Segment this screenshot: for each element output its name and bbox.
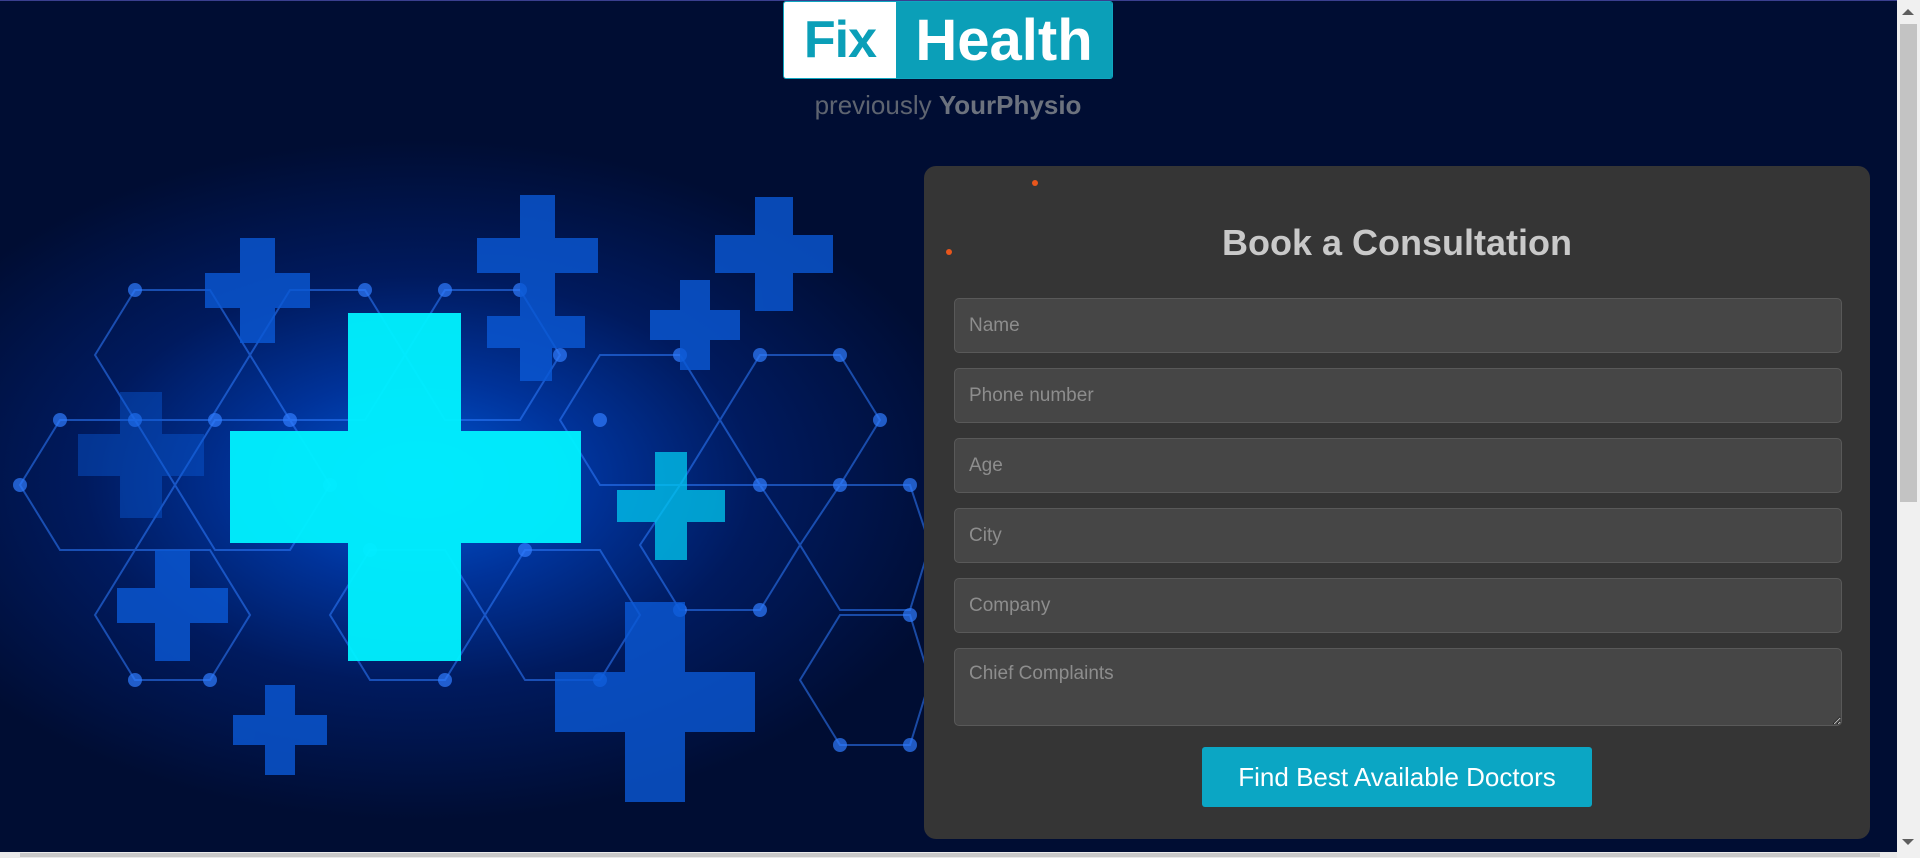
logo-fix-text: Fix: [784, 2, 896, 78]
tagline-prefix: previously: [814, 90, 932, 120]
horizontal-scrollbar[interactable]: [0, 852, 1897, 858]
phone-input[interactable]: [954, 368, 1842, 423]
logo-health-text: Health: [896, 2, 1112, 78]
brand-logo[interactable]: Fix Health: [783, 1, 1113, 79]
tagline-previous-name: YourPhysio: [938, 90, 1082, 120]
brand-tagline: previously YourPhysio: [700, 90, 1196, 121]
chief-complaints-input[interactable]: [954, 648, 1842, 726]
form-title: Book a Consultation: [1222, 222, 1572, 263]
age-input[interactable]: [954, 438, 1842, 493]
booking-form-card: Book a Consultation Find Best Available …: [924, 166, 1870, 839]
small-glowing-cross: [617, 452, 725, 560]
page-background: Fix Health previously YourPhysio Book a …: [0, 0, 1897, 858]
find-doctors-button[interactable]: Find Best Available Doctors: [1202, 747, 1592, 807]
company-input[interactable]: [954, 578, 1842, 633]
scroll-down-arrow-icon[interactable]: [1902, 839, 1914, 845]
city-input[interactable]: [954, 508, 1842, 563]
horizontal-scrollbar-thumb[interactable]: [20, 853, 1880, 857]
medical-illustration: [13, 195, 930, 802]
scroll-up-arrow-icon[interactable]: [1902, 9, 1914, 15]
accent-dot: [1032, 180, 1038, 186]
name-input[interactable]: [954, 298, 1842, 353]
scrollbar-thumb[interactable]: [1900, 24, 1917, 502]
vertical-scrollbar[interactable]: [1897, 0, 1920, 858]
